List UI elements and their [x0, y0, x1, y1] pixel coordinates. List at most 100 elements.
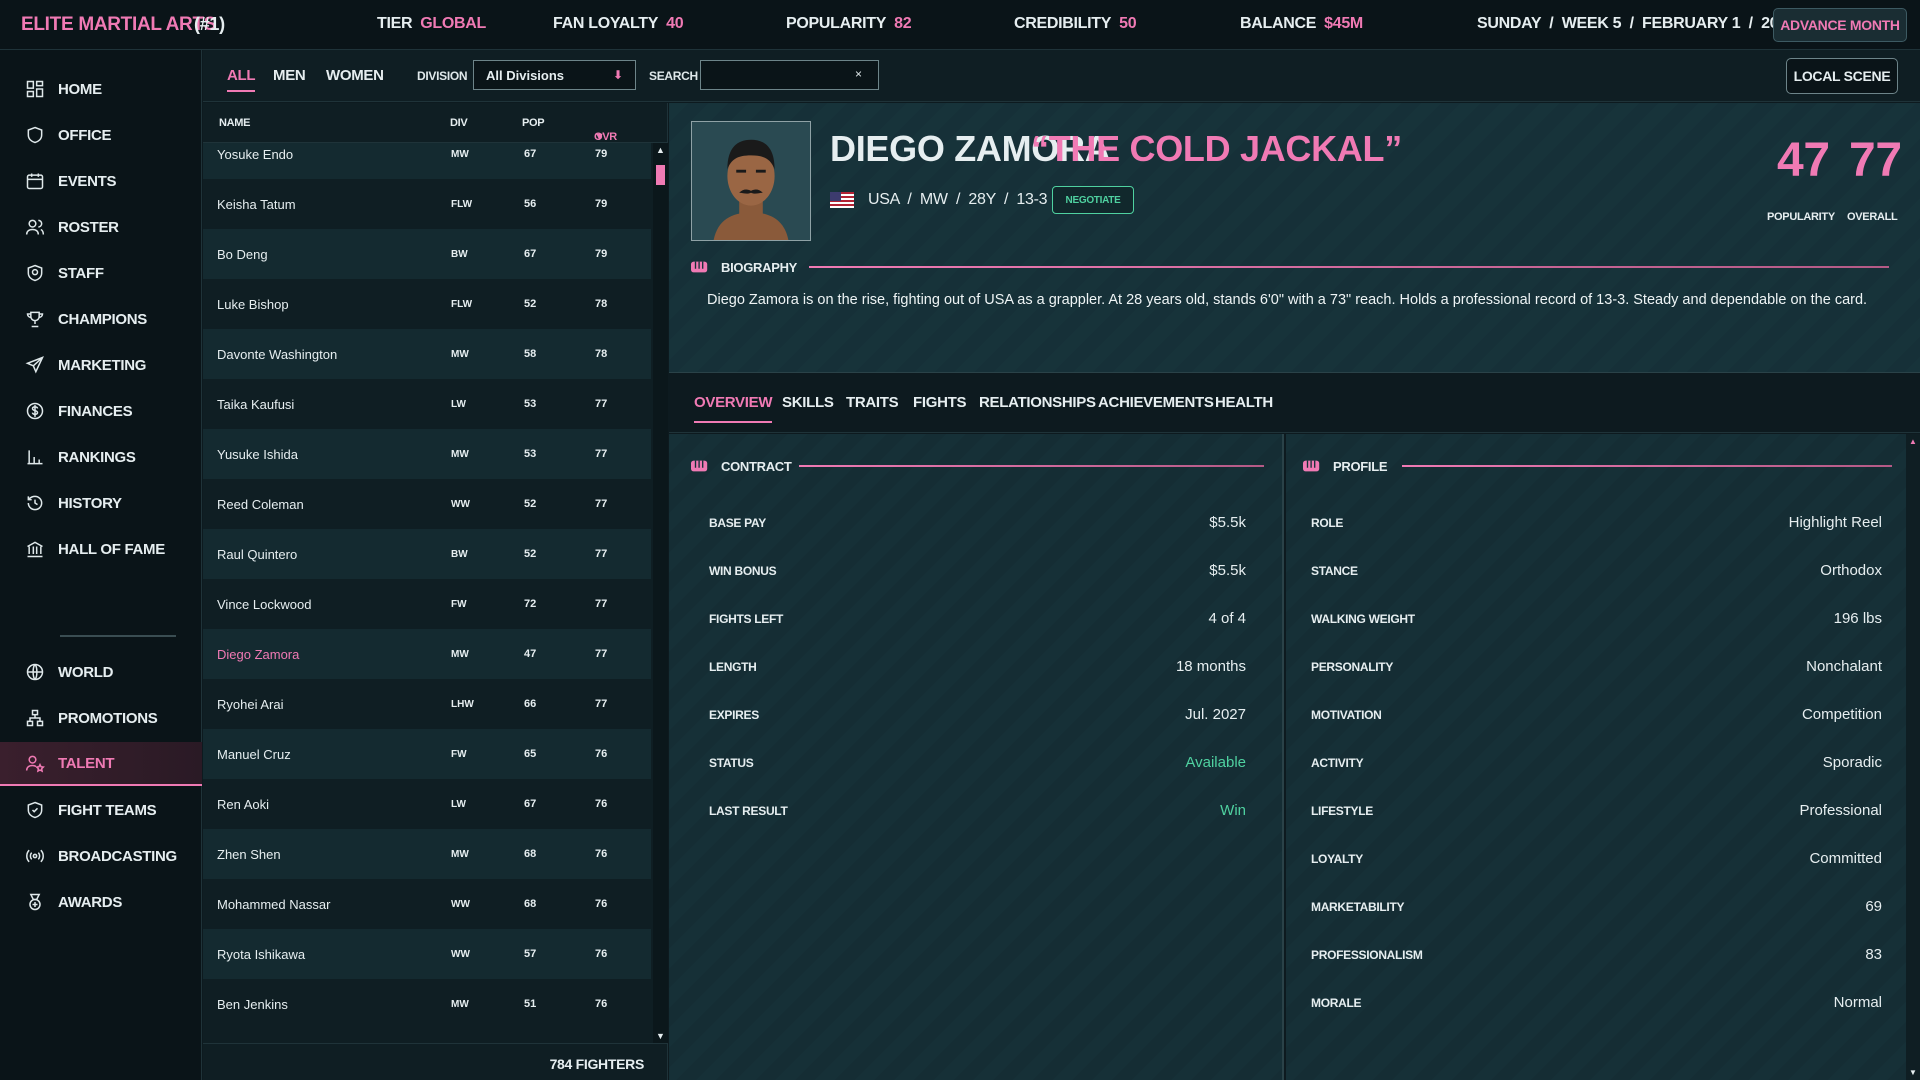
- profile-value: Highlight Reel: [1788, 514, 1882, 531]
- fighter-list-scrollbar[interactable]: ▲ ▼: [653, 143, 668, 1043]
- sidebar-item-marketing[interactable]: MARKETING: [0, 343, 202, 387]
- col-pop[interactable]: POP: [522, 117, 545, 129]
- scroll-thumb[interactable]: [656, 165, 665, 185]
- table-row[interactable]: Davonte Washington MW 58 78: [203, 329, 651, 379]
- clear-icon[interactable]: ×: [855, 67, 862, 81]
- contract-row: FIGHTS LEFT 4 of 4: [709, 610, 1246, 630]
- table-row[interactable]: Ryota Ishikawa WW 57 76: [203, 929, 651, 979]
- overall-cell: 77: [595, 448, 608, 460]
- fighter-name-cell: Ryohei Arai: [217, 696, 284, 712]
- popularity-cell: 53: [524, 448, 537, 460]
- overall-cell: 76: [595, 798, 608, 810]
- table-row[interactable]: Vince Lockwood FW 72 77: [203, 579, 651, 629]
- popularity-cell: 51: [524, 998, 537, 1010]
- scroll-down-icon[interactable]: ▼: [656, 1031, 665, 1041]
- table-row[interactable]: Keisha Tatum FLW 56 79: [203, 179, 651, 229]
- scroll-up-icon[interactable]: ▲: [1909, 437, 1917, 446]
- division-cell: WW: [451, 948, 470, 960]
- contract-value: 4 of 4: [1208, 610, 1246, 627]
- stat-credibility: CREDIBILITY 50: [1014, 15, 1137, 32]
- tab-skills[interactable]: SKILLS: [782, 394, 834, 411]
- sidebar-item-broadcasting[interactable]: BROADCASTING: [0, 834, 202, 878]
- negotiate-button[interactable]: NEGOTIATE: [1052, 186, 1134, 214]
- network-icon: [24, 707, 46, 729]
- sidebar-item-home[interactable]: HOME: [0, 67, 202, 111]
- game-date: SUNDAY / WEEK 5 / FEBRUARY 1 / 2026: [1477, 15, 1796, 32]
- profile-row: LOYALTY Committed: [1311, 850, 1882, 870]
- scroll-down-icon[interactable]: ▼: [1909, 1068, 1917, 1077]
- contract-divider: [799, 465, 1264, 467]
- table-row[interactable]: Yosuke Endo MW 67 79: [203, 143, 651, 179]
- filter-bar: ALL MEN WOMEN DIVISION All Divisions ⬇ SE…: [203, 50, 1920, 102]
- local-scene-button[interactable]: LOCAL SCENE: [1786, 58, 1898, 94]
- col-div[interactable]: DIV: [450, 117, 468, 129]
- sidebar-item-history[interactable]: HISTORY: [0, 481, 202, 525]
- table-row[interactable]: Luke Bishop FLW 52 78: [203, 279, 651, 329]
- table-row[interactable]: Raul Quintero BW 52 77: [203, 529, 651, 579]
- table-row[interactable]: Mohammed Nassar WW 68 76: [203, 879, 651, 929]
- sidebar-item-hall-of-fame[interactable]: HALL OF FAME: [0, 527, 202, 571]
- fighter-name-cell: Ben Jenkins: [217, 996, 288, 1012]
- search-input[interactable]: [700, 60, 879, 90]
- sidebar-item-champions[interactable]: CHAMPIONS: [0, 297, 202, 341]
- sidebar-item-roster[interactable]: ROSTER: [0, 205, 202, 249]
- table-row[interactable]: Yusuke Ishida MW 53 77: [203, 429, 651, 479]
- tab-achievements[interactable]: ACHIEVEMENTS: [1098, 394, 1214, 411]
- tab-fights[interactable]: FIGHTS: [913, 394, 967, 411]
- table-row[interactable]: Ben Jenkins MW 51 76: [203, 979, 651, 1029]
- sidebar-item-office[interactable]: OFFICE: [0, 113, 202, 157]
- scroll-up-icon[interactable]: ▲: [656, 145, 665, 155]
- popularity-cell: 68: [524, 898, 537, 910]
- table-row[interactable]: Zhen Shen MW 68 76: [203, 829, 651, 879]
- advance-month-button[interactable]: ADVANCE MONTH: [1773, 8, 1907, 42]
- table-row[interactable]: Reed Coleman WW 52 77: [203, 479, 651, 529]
- fighter-name-cell: Davonte Washington: [217, 346, 338, 362]
- overall-cell: 79: [595, 248, 608, 260]
- table-row[interactable]: Taika Kaufusi LW 53 77: [203, 379, 651, 429]
- tab-men[interactable]: MEN: [273, 67, 306, 84]
- tab-all[interactable]: ALL: [227, 67, 256, 92]
- popularity-cell: 52: [524, 548, 537, 560]
- table-row[interactable]: Bo Deng BW 67 79: [203, 229, 651, 279]
- chevron-down-icon: ⬇: [612, 68, 623, 82]
- division-select[interactable]: All Divisions ⬇: [473, 60, 636, 90]
- col-name[interactable]: NAME: [219, 117, 251, 129]
- tab-traits[interactable]: TRAITS: [846, 394, 899, 411]
- profile-key: MOTIVATION: [1311, 708, 1382, 722]
- profile-row: STANCE Orthodox: [1311, 562, 1882, 582]
- fighter-count: 784 FIGHTERS: [203, 1043, 668, 1080]
- dashboard-icon: [24, 78, 46, 100]
- table-row[interactable]: Manuel Cruz FW 65 76: [203, 729, 651, 779]
- table-row[interactable]: Diego Zamora MW 47 77: [203, 629, 651, 679]
- sidebar-item-world[interactable]: WORLD: [0, 650, 202, 694]
- popularity-label: POPULARITY: [1767, 211, 1835, 223]
- tab-women[interactable]: WOMEN: [326, 67, 384, 84]
- fighter-name-cell: Yosuke Endo: [217, 146, 294, 162]
- table-row[interactable]: Ryohei Arai LHW 66 77: [203, 679, 651, 729]
- overall-cell: 77: [595, 698, 608, 710]
- sidebar-item-events[interactable]: EVENTS: [0, 159, 202, 203]
- sidebar-item-talent[interactable]: TALENT: [0, 742, 202, 786]
- promotion-name: ELITE MARTIAL ARTS: [21, 14, 217, 35]
- contract-key: LENGTH: [709, 660, 757, 674]
- fighter-overall: 77: [1849, 134, 1902, 187]
- division-cell: WW: [451, 898, 470, 910]
- sidebar-item-awards[interactable]: AWARDS: [0, 880, 202, 924]
- profile-key: LOYALTY: [1311, 852, 1363, 866]
- profile-row: ROLE Highlight Reel: [1311, 514, 1882, 534]
- fist-icon: [691, 460, 708, 472]
- sidebar-item-promotions[interactable]: PROMOTIONS: [0, 696, 202, 740]
- tab-health[interactable]: HEALTH: [1215, 394, 1273, 411]
- table-row[interactable]: Ren Aoki LW 67 76: [203, 779, 651, 829]
- users-icon: [24, 216, 46, 238]
- sidebar-item-finances[interactable]: FINANCES: [0, 389, 202, 433]
- sidebar-item-rankings[interactable]: RANKINGS: [0, 435, 202, 479]
- tab-overview[interactable]: OVERVIEW: [694, 394, 772, 423]
- profile-row: LIFESTYLE Professional: [1311, 802, 1882, 822]
- sidebar-item-fight-teams[interactable]: FIGHT TEAMS: [0, 788, 202, 832]
- contract-title: CONTRACT: [689, 457, 792, 475]
- sidebar-item-staff[interactable]: STAFF: [0, 251, 202, 295]
- profile-key: WALKING WEIGHT: [1311, 612, 1415, 626]
- tab-relationships[interactable]: RELATIONSHIPS: [979, 394, 1096, 411]
- detail-scrollbar[interactable]: ▲ ▼: [1906, 434, 1920, 1080]
